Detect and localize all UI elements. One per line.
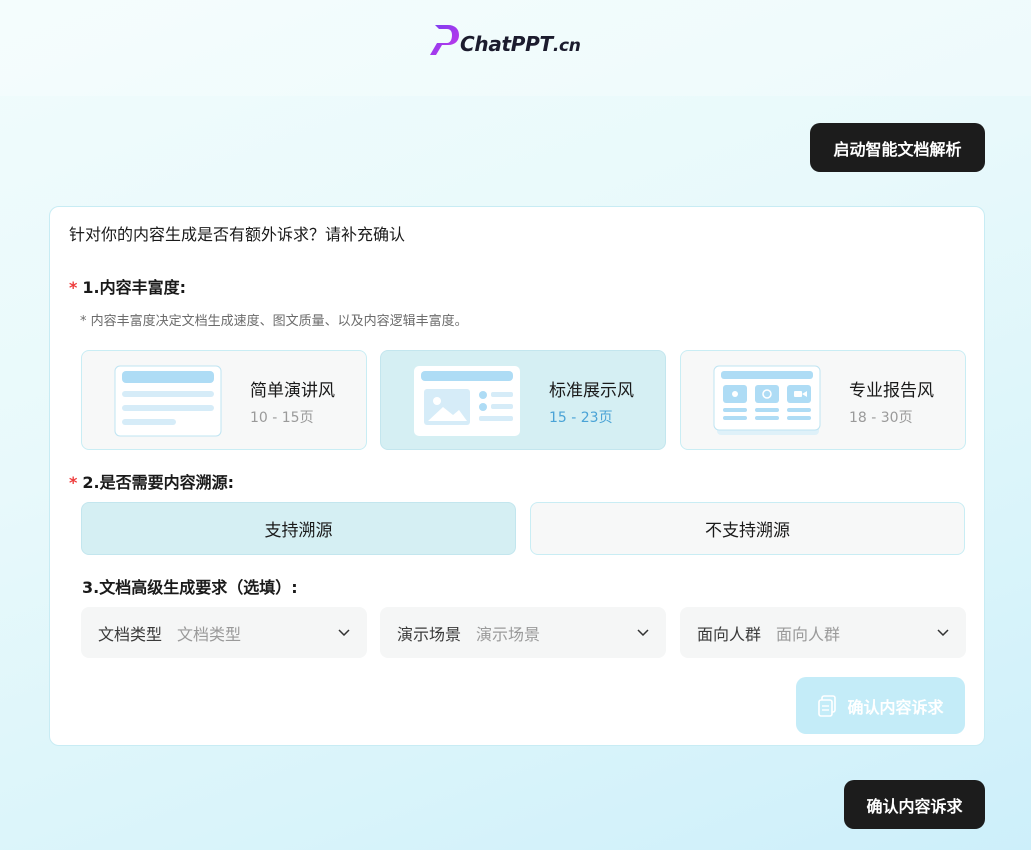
- required-mark: *: [69, 473, 78, 492]
- richness-section-label: * 1.内容丰富度:: [69, 278, 186, 297]
- style-option-range: 18 - 30页: [849, 410, 913, 426]
- simple-style-thumbnail: [114, 365, 222, 437]
- chevron-down-icon: [338, 629, 350, 637]
- select-placeholder: 文档类型: [177, 624, 242, 644]
- select-label: 文档类型: [98, 624, 163, 644]
- card-title: 针对你的内容生成是否有额外诉求？请补充确认: [69, 225, 406, 244]
- style-option-name: 简单演讲风: [250, 381, 335, 401]
- source-section-label: * 2.是否需要内容溯源:: [69, 473, 234, 492]
- advanced-section-label: 3.文档高级生成要求（选填）:: [82, 578, 298, 597]
- scenario-select[interactable]: 演示场景 演示场景: [380, 607, 666, 658]
- select-placeholder: 面向人群: [776, 624, 841, 644]
- richness-hint: * 内容丰富度决定文档生成速度、图文质量、以及内容逻辑丰富度。: [80, 314, 468, 329]
- style-option-name: 标准展示风: [549, 381, 634, 401]
- select-placeholder: 演示场景: [476, 624, 541, 644]
- content-request-card: 针对你的内容生成是否有额外诉求？请补充确认 * 1.内容丰富度: * 内容丰富度决…: [49, 206, 985, 746]
- style-option-professional[interactable]: 专业报告风 18 - 30页: [680, 350, 966, 450]
- chevron-down-icon: [937, 629, 949, 637]
- logo-wordmark: ChatPPT.cn: [460, 32, 581, 56]
- chatppt-logo-icon: [430, 25, 459, 55]
- professional-style-thumbnail: [713, 365, 821, 435]
- required-mark: *: [69, 278, 78, 297]
- confirm-request-button[interactable]: 确认内容诉求: [796, 677, 965, 734]
- style-option-simple[interactable]: 简单演讲风 10 - 15页: [81, 350, 367, 450]
- chatppt-logo[interactable]: ChatPPT.cn: [428, 20, 608, 60]
- style-option-range: 10 - 15页: [250, 410, 314, 426]
- select-label: 面向人群: [697, 624, 762, 644]
- style-option-standard[interactable]: 标准展示风 15 - 23页: [380, 350, 666, 450]
- start-doc-parse-button[interactable]: 启动智能文档解析: [810, 123, 985, 172]
- chevron-down-icon: [637, 629, 649, 637]
- no-source-option[interactable]: 不支持溯源: [530, 502, 965, 555]
- document-icon: [818, 694, 837, 717]
- select-label: 演示场景: [397, 624, 462, 644]
- style-option-name: 专业报告风: [849, 381, 934, 401]
- style-option-range: 15 - 23页: [549, 410, 613, 426]
- doc-type-select[interactable]: 文档类型 文档类型: [81, 607, 367, 658]
- audience-select[interactable]: 面向人群 面向人群: [680, 607, 966, 658]
- support-source-option[interactable]: 支持溯源: [81, 502, 516, 555]
- confirm-content-button[interactable]: 确认内容诉求: [844, 780, 985, 829]
- confirm-request-label: 确认内容诉求: [847, 697, 944, 717]
- standard-style-thumbnail: [414, 366, 520, 436]
